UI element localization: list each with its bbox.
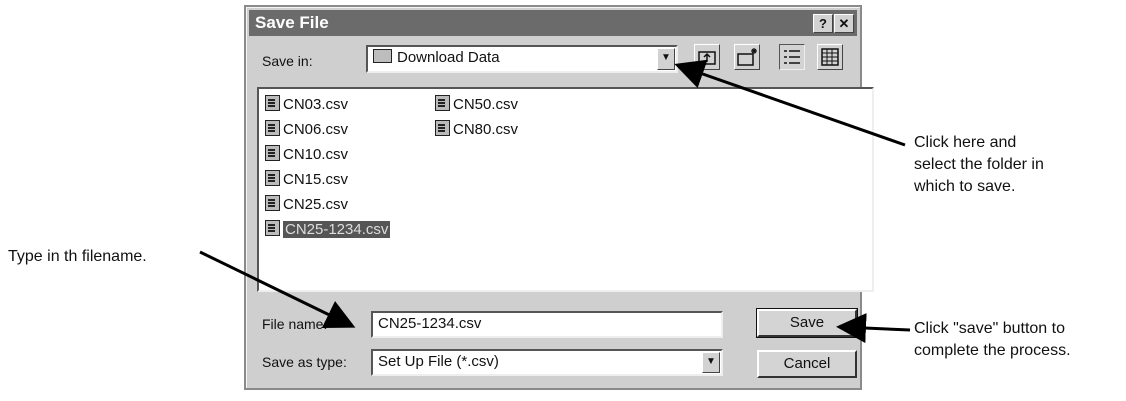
list-item[interactable]: CN03.csv: [265, 95, 348, 115]
csv-file-icon: [265, 195, 280, 211]
close-button[interactable]: ✕: [834, 14, 854, 33]
csv-file-icon: [265, 120, 280, 136]
dialog-title: Save File: [255, 13, 329, 32]
save-in-label: Save in:: [262, 53, 313, 69]
cancel-button[interactable]: Cancel: [757, 350, 857, 378]
list-item[interactable]: CN50.csv: [435, 95, 518, 115]
save-as-type-value: Set Up File (*.csv): [378, 353, 499, 370]
new-folder-icon: [737, 48, 757, 66]
list-item[interactable]: CN06.csv: [265, 120, 348, 140]
filename-input[interactable]: CN25-1234.csv: [371, 311, 723, 338]
details-view-icon: [821, 48, 839, 66]
csv-file-icon: [265, 145, 280, 161]
save-as-type-dropdown[interactable]: Set Up File (*.csv) ▼: [371, 349, 723, 376]
up-folder-button[interactable]: [694, 44, 720, 70]
csv-file-icon: [435, 120, 450, 136]
folder-icon: [373, 49, 392, 63]
list-view-icon: [784, 50, 800, 64]
csv-file-icon: [265, 95, 280, 111]
save-as-type-label: Save as type:: [262, 354, 347, 370]
list-item[interactable]: CN10.csv: [265, 145, 348, 165]
details-view-button[interactable]: [817, 44, 843, 70]
new-folder-button[interactable]: [734, 44, 760, 70]
save-button[interactable]: Save: [756, 308, 858, 338]
csv-file-icon: [265, 220, 280, 236]
dropdown-arrow-icon[interactable]: ▼: [702, 352, 720, 373]
help-button[interactable]: ?: [813, 14, 833, 33]
save-in-value: Download Data: [397, 49, 500, 66]
up-folder-icon: [698, 51, 716, 65]
list-item-selected[interactable]: CN25-1234.csv: [265, 220, 391, 240]
csv-file-icon: [265, 170, 280, 186]
list-view-button[interactable]: [779, 44, 805, 70]
folder-hint-annotation: Click here and select the folder in whic…: [914, 134, 1044, 195]
title-bar: Save File ? ✕: [249, 10, 857, 36]
list-item[interactable]: CN80.csv: [435, 120, 518, 140]
filename-label: File name:: [262, 316, 328, 332]
csv-file-icon: [435, 95, 450, 111]
file-list[interactable]: CN03.csv CN06.csv CN10.csv CN15.csv CN25…: [257, 87, 874, 292]
list-item[interactable]: CN25.csv: [265, 195, 348, 215]
filename-hint-annotation: Type in th filename.: [8, 248, 147, 265]
save-in-dropdown[interactable]: Download Data ▼: [366, 45, 678, 73]
dropdown-arrow-icon[interactable]: ▼: [657, 48, 675, 70]
save-hint-annotation: Click "save" button to complete the proc…: [914, 320, 1071, 359]
list-item[interactable]: CN15.csv: [265, 170, 348, 190]
